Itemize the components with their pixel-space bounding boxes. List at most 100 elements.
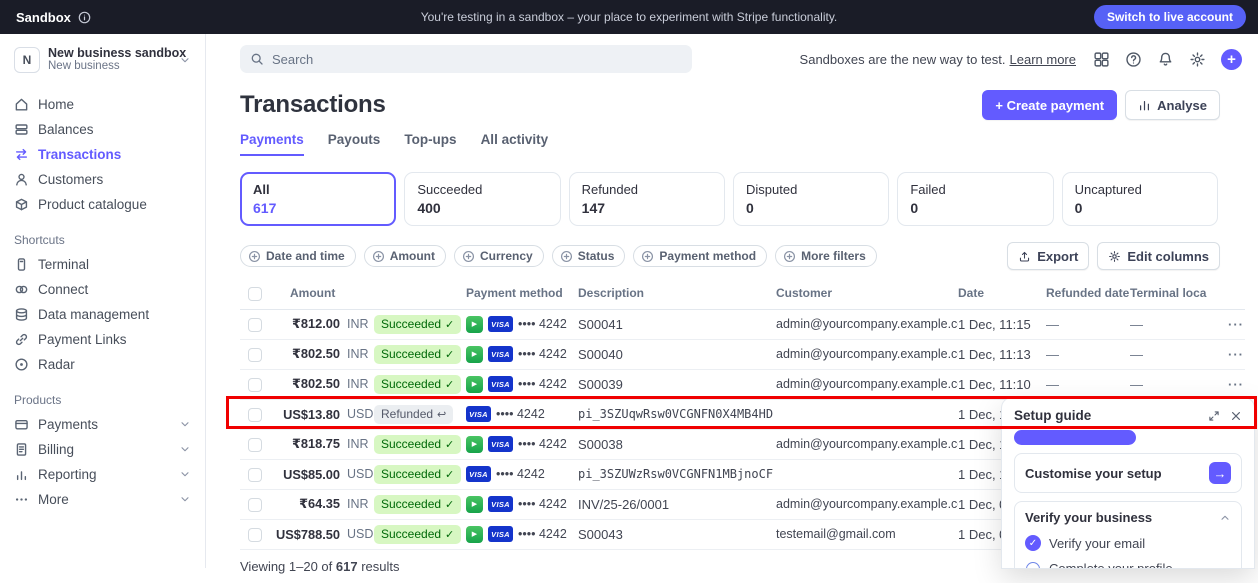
payment-app-icon: ▶: [466, 526, 483, 543]
row-checkbox[interactable]: [248, 438, 262, 452]
export-button[interactable]: Export: [1007, 242, 1089, 270]
connect-icon: [14, 282, 29, 297]
task-todo-icon: [1026, 562, 1040, 569]
chevron-down-icon: [179, 443, 191, 455]
table-row[interactable]: ₹802.50INRSucceeded✓▶VISA•••• 4242S00039…: [240, 370, 1245, 400]
status-badge: Succeeded✓: [374, 465, 461, 484]
help-icon[interactable]: [1125, 51, 1142, 68]
card-digits: •••• 4242: [518, 377, 567, 391]
summary-card-succeeded[interactable]: Succeeded400: [404, 172, 560, 226]
account-subtitle: New business: [48, 60, 171, 73]
summary-cards: All617Succeeded400Refunded147Disputed0Fa…: [240, 172, 1218, 226]
settings-gear-icon[interactable]: [1189, 51, 1206, 68]
database-icon: [14, 307, 29, 322]
create-payment-button[interactable]: + Create payment: [982, 90, 1117, 120]
sidebar-item-terminal[interactable]: Terminal: [0, 252, 205, 277]
sidebar-item-product-catalogue[interactable]: Product catalogue: [0, 192, 205, 217]
filter-pill-date-and-time[interactable]: Date and time: [240, 245, 356, 267]
row-actions-button[interactable]: ···: [1214, 317, 1245, 332]
date: 1 Dec, 11:10: [958, 377, 1046, 392]
tab-all-activity[interactable]: All activity: [481, 132, 549, 156]
customise-setup-item[interactable]: Customise your setup →: [1014, 453, 1242, 493]
currency: INR: [347, 497, 369, 511]
table-row[interactable]: ₹802.50INRSucceeded✓▶VISA•••• 4242S00040…: [240, 340, 1245, 370]
sidebar-item-billing[interactable]: Billing: [0, 437, 205, 462]
payment-method: ▶ VISA •••• 4242: [466, 526, 578, 543]
setup-partial-button[interactable]: [1014, 430, 1136, 445]
analyse-button[interactable]: Analyse: [1125, 90, 1220, 120]
search-input[interactable]: Search: [240, 45, 692, 73]
payment-app-icon: ▶: [466, 346, 483, 363]
balances-icon: [14, 122, 29, 137]
sidebar-item-balances[interactable]: Balances: [0, 117, 205, 142]
setup-guide-panel: Setup guide Customise your setup → Verif…: [1002, 398, 1254, 568]
card-digits: •••• 4242: [518, 527, 567, 541]
notifications-bell-icon[interactable]: [1157, 51, 1174, 68]
select-all-checkbox[interactable]: [248, 287, 262, 301]
sidebar-item-connect[interactable]: Connect: [0, 277, 205, 302]
task-verify-email[interactable]: ✓ Verify your email: [1025, 535, 1231, 551]
tab-payments[interactable]: Payments: [240, 132, 304, 156]
visa-icon: VISA: [488, 526, 513, 542]
description: S00038: [578, 437, 776, 452]
sidebar-item-more[interactable]: More: [0, 487, 205, 512]
edit-columns-button[interactable]: Edit columns: [1097, 242, 1220, 270]
summary-card-all[interactable]: All617: [240, 172, 396, 226]
account-switcher[interactable]: N New business sandbox New business: [0, 34, 205, 82]
filter-pill-status[interactable]: Status: [552, 245, 626, 267]
learn-more-link[interactable]: Learn more: [1010, 52, 1076, 67]
payment-app-icon: ▶: [466, 496, 483, 513]
filter-pill-amount[interactable]: Amount: [364, 245, 446, 267]
plus-circle-icon: [783, 250, 796, 263]
sidebar-item-reporting[interactable]: Reporting: [0, 462, 205, 487]
sidebar-item-customers[interactable]: Customers: [0, 167, 205, 192]
payment-method: ▶VISA•••• 4242: [466, 346, 578, 363]
row-checkbox[interactable]: [248, 528, 262, 542]
summary-card-uncaptured[interactable]: Uncaptured0: [1062, 172, 1218, 226]
sidebar-item-data-management[interactable]: Data management: [0, 302, 205, 327]
switch-to-live-button[interactable]: Switch to live account: [1094, 5, 1246, 29]
row-checkbox[interactable]: [248, 468, 262, 482]
summary-card-disputed[interactable]: Disputed0: [733, 172, 889, 226]
filter-pill-payment-method[interactable]: Payment method: [633, 245, 767, 267]
summary-card-failed[interactable]: Failed0: [897, 172, 1053, 226]
filter-pill-more-filters[interactable]: More filters: [775, 245, 877, 267]
sandboxes-grid-icon[interactable]: [1093, 51, 1110, 68]
row-checkbox[interactable]: [248, 408, 262, 422]
filter-pill-currency[interactable]: Currency: [454, 245, 544, 267]
sidebar-item-payments[interactable]: Payments: [0, 412, 205, 437]
verify-business-header[interactable]: Verify your business: [1025, 510, 1231, 525]
table-row[interactable]: ₹812.00INRSucceeded✓▶VISA•••• 4242S00041…: [240, 310, 1245, 340]
description: pi_3SZUqwRsw0VCGNFN0X4MB4HD: [578, 407, 776, 421]
amount: ₹802.50: [274, 346, 340, 362]
row-checkbox[interactable]: [248, 348, 262, 362]
row-checkbox[interactable]: [248, 318, 262, 332]
payment-method: VISA•••• 4242: [466, 466, 578, 482]
row-actions-button[interactable]: ···: [1214, 347, 1245, 362]
expand-icon[interactable]: [1208, 410, 1220, 422]
sidebar-item-home[interactable]: Home: [0, 92, 205, 117]
task-complete-profile[interactable]: Complete your profile: [1025, 561, 1231, 568]
summary-card-refunded[interactable]: Refunded147: [569, 172, 725, 226]
chart-icon: [1138, 99, 1151, 112]
payment-app-icon: ▶: [466, 436, 483, 453]
search-placeholder: Search: [272, 52, 313, 67]
visa-icon: VISA: [488, 316, 513, 332]
info-icon[interactable]: [78, 11, 91, 24]
filters-row: Date and time Amount Currency Status Payment…: [240, 242, 1245, 270]
row-actions-button[interactable]: ···: [1214, 377, 1245, 392]
tab-payouts[interactable]: Payouts: [328, 132, 381, 156]
sidebar-item-payment-links[interactable]: Payment Links: [0, 327, 205, 352]
chevron-down-icon: [179, 418, 191, 430]
status-badge: Succeeded✓: [374, 525, 461, 544]
sidebar-item-transactions[interactable]: Transactions: [0, 142, 205, 167]
arrow-right-button[interactable]: →: [1209, 462, 1231, 484]
tab-top-ups[interactable]: Top-ups: [404, 132, 456, 156]
sidebar-item-radar[interactable]: Radar: [0, 352, 205, 377]
chevron-up-icon[interactable]: [1219, 512, 1231, 524]
create-plus-button[interactable]: +: [1221, 49, 1242, 70]
row-checkbox[interactable]: [248, 378, 262, 392]
row-checkbox[interactable]: [248, 498, 262, 512]
tabs: Payments Payouts Top-ups All activity: [240, 132, 1245, 156]
close-icon[interactable]: [1230, 410, 1242, 422]
